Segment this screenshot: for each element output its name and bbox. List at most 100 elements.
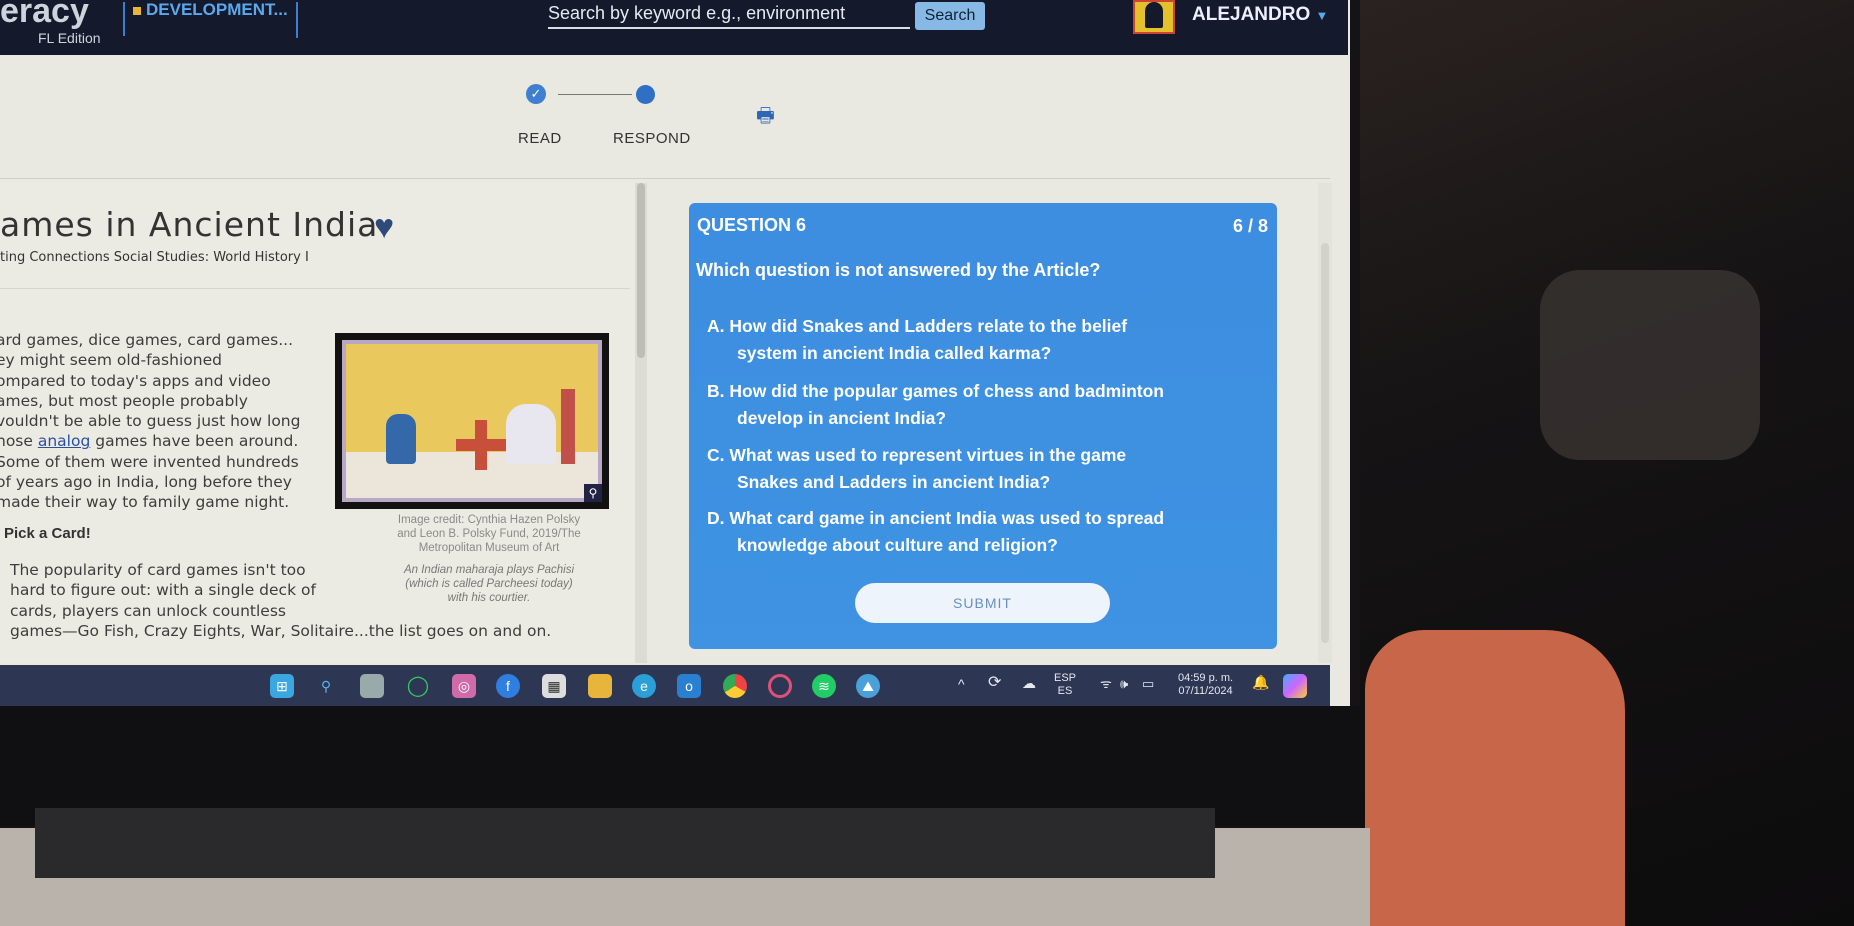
facebook-icon[interactable]: f: [496, 674, 520, 698]
top-navbar: eracy FL Edition DEVELOPMENT... Search b…: [0, 0, 1348, 55]
file-explorer-icon[interactable]: [588, 674, 612, 698]
search-icon[interactable]: ⚲: [314, 674, 338, 698]
answer-option-c[interactable]: C. What was used to represent virtues in…: [707, 442, 1267, 496]
image-figure: [506, 404, 556, 464]
wifi-icon[interactable]: ᯤ: [1100, 677, 1112, 690]
step-respond-dot[interactable]: [636, 85, 655, 104]
divider: [0, 288, 630, 289]
answer-option-a[interactable]: A. How did Snakes and Ladders relate to …: [707, 313, 1267, 367]
date: 07/11/2024: [1178, 685, 1233, 697]
option-text: system in ancient India called karma?: [737, 343, 1052, 363]
chevron-up-icon[interactable]: ^: [958, 677, 965, 691]
background-object: [1365, 630, 1625, 926]
image-board: [475, 420, 487, 470]
store-icon[interactable]: ▦: [542, 674, 566, 698]
cloud-icon[interactable]: ☁: [1022, 676, 1036, 690]
article-image[interactable]: ⚲: [335, 333, 609, 509]
lang-code: ESP: [1054, 672, 1077, 684]
whatsapp-icon[interactable]: ◯: [406, 674, 430, 698]
scrollbar-thumb[interactable]: [1321, 243, 1329, 643]
step-connector: [558, 94, 632, 95]
clock[interactable]: 04:59 p. m. 07/11/2024: [1178, 672, 1233, 698]
image-figure: [561, 389, 575, 464]
article-title: ames in Ancient India: [0, 205, 379, 244]
text-line: cards, players can unlock countless: [10, 601, 286, 620]
user-name: ALEJANDRO: [1192, 4, 1311, 25]
volume-icon[interactable]: 🕪: [1120, 677, 1128, 690]
screen: eracy FL Edition DEVELOPMENT... Search b…: [0, 0, 1350, 706]
windows-start-icon[interactable]: ⊞: [270, 674, 294, 698]
answer-option-b[interactable]: B. How did the popular games of chess an…: [707, 378, 1267, 432]
logo[interactable]: eracy: [0, 0, 89, 31]
credit-line: and Leon B. Polsky Fund, 2019/The: [397, 528, 581, 540]
instagram-icon[interactable]: ◎: [452, 674, 476, 698]
search-button[interactable]: Search: [915, 2, 985, 30]
printer-icon[interactable]: 🖶: [756, 106, 776, 126]
divider: [123, 2, 125, 36]
text-line: ompared to today's apps and video: [0, 371, 271, 390]
question-text: Which question is not answered by the Ar…: [696, 260, 1100, 281]
time: 04:59 p. m.: [1178, 672, 1234, 684]
option-text: develop in ancient India?: [737, 408, 947, 428]
option-text: knowledge about culture and religion?: [737, 535, 1058, 555]
development-menu[interactable]: DEVELOPMENT...: [133, 0, 288, 20]
section-heading: Pick a Card!: [4, 525, 91, 542]
text-line: ard games, dice games, card games...: [0, 331, 294, 349]
outlook-icon[interactable]: o: [677, 674, 701, 698]
option-text: D. What card game in ancient India was u…: [707, 508, 1165, 528]
text-line: Some of them were invented hundreds: [0, 452, 299, 471]
chevron-down-icon: ▼: [1315, 8, 1329, 23]
text-line: ey might seem old-fashioned: [0, 351, 222, 370]
text: hose: [0, 432, 38, 451]
notification-bell-icon[interactable]: 🔔: [1252, 675, 1269, 689]
sync-icon[interactable]: ⟳: [988, 675, 1001, 691]
tab-respond[interactable]: RESPOND: [613, 130, 691, 147]
image-credit: Image credit: Cynthia Hazen Polsky and L…: [372, 513, 606, 555]
user-menu[interactable]: ALEJANDRO ▼: [1192, 4, 1328, 26]
spotify-icon[interactable]: ≋: [812, 674, 836, 698]
article-scrollbar[interactable]: [635, 183, 647, 663]
text-line: ames, but most people probably: [0, 391, 248, 410]
search-input[interactable]: Search by keyword e.g., environment: [548, 3, 910, 29]
text-line: vouldn't be able to guess just how long: [0, 412, 301, 431]
avatar[interactable]: [1133, 0, 1175, 34]
question-label: QUESTION 6: [697, 215, 807, 235]
answer-option-d[interactable]: D. What card game in ancient India was u…: [707, 505, 1267, 559]
text-line: of years ago in India, long before they: [0, 473, 292, 492]
lang-code: ES: [1057, 685, 1073, 697]
copilot-icon[interactable]: [1283, 674, 1307, 698]
step-read-check-icon[interactable]: ✓: [526, 84, 546, 104]
option-text: C. What was used to represent virtues in…: [707, 445, 1127, 465]
emphasis: not: [855, 260, 883, 280]
text: games have been around.: [90, 432, 299, 451]
edge-icon[interactable]: e: [632, 674, 656, 698]
divider: [0, 178, 1330, 179]
option-text: A. How did Snakes and Ladders relate to …: [707, 316, 1128, 336]
scrollbar-thumb[interactable]: [637, 183, 645, 358]
question-counter: 6 / 8: [1233, 216, 1269, 236]
chrome-icon[interactable]: [723, 674, 747, 698]
article-subtitle: ting Connections Social Studies: World H…: [0, 250, 309, 265]
battery-icon[interactable]: ▭: [1142, 677, 1154, 690]
credit-line: Image credit: Cynthia Hazen Polsky: [397, 514, 581, 526]
credit-line: Metropolitan Museum of Art: [418, 542, 560, 554]
text: Which question is: [696, 260, 856, 280]
vocab-link-analog[interactable]: analog: [38, 432, 90, 450]
task-view-icon[interactable]: [360, 674, 384, 698]
text-line: games—Go Fish, Crazy Eights, War, Solita…: [10, 621, 552, 640]
tab-read[interactable]: READ: [518, 130, 562, 147]
option-text: B. How did the popular games of chess an…: [707, 381, 1164, 401]
article-paragraph: ard games, dice games, card games... ey …: [0, 330, 300, 513]
text: answered by the Article?: [883, 260, 1101, 280]
app-icon[interactable]: ⛰: [856, 674, 880, 698]
submit-button[interactable]: SUBMIT: [855, 583, 1110, 623]
opera-icon[interactable]: [768, 674, 792, 698]
question-scrollbar[interactable]: [1318, 183, 1332, 663]
language-indicator[interactable]: ESP ES: [1054, 672, 1076, 698]
edition-label: FL Edition: [38, 30, 101, 46]
heart-icon[interactable]: ♥: [374, 208, 394, 247]
zoom-icon[interactable]: ⚲: [584, 484, 602, 502]
text-line: The popularity of card games isn't too: [10, 561, 306, 579]
divider: [296, 2, 298, 38]
background-object: [1540, 270, 1760, 460]
